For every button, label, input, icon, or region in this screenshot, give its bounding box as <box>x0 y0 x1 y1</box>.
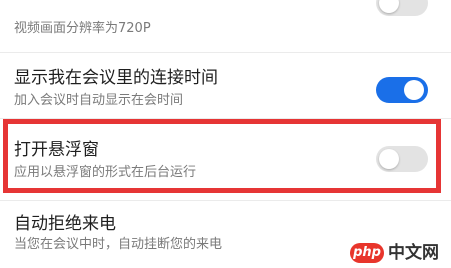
highlight-annotation-box <box>3 119 441 193</box>
show-connection-time-subtitle: 加入会议时自动显示在会时间 <box>14 93 184 108</box>
show-connection-time-title: 显示我在会议里的连接时间 <box>14 68 218 88</box>
video-resolution-subtitle: 视频画面分辨率为720P <box>14 21 151 36</box>
auto-reject-calls-subtitle: 当您在会议中时，自动挂断您的来电 <box>14 237 223 252</box>
watermark-text: 中文网 <box>388 243 439 263</box>
video-resolution-toggle[interactable] <box>376 0 428 16</box>
watermark-logo: php <box>350 243 384 263</box>
settings-list: 视频画面分辨率为720P 显示我在会议里的连接时间 加入会议时自动显示在会时间 … <box>0 0 451 268</box>
auto-reject-calls-title: 自动拒绝来电 <box>14 214 116 234</box>
watermark: php 中文网 <box>350 240 450 266</box>
toggle-knob <box>404 80 424 100</box>
toggle-knob <box>379 0 399 13</box>
show-connection-time-toggle[interactable] <box>376 77 428 103</box>
setting-row-video-resolution: 视频画面分辨率为720P <box>0 0 451 52</box>
setting-row-show-connection-time[interactable]: 显示我在会议里的连接时间 加入会议时自动显示在会时间 <box>0 53 451 117</box>
